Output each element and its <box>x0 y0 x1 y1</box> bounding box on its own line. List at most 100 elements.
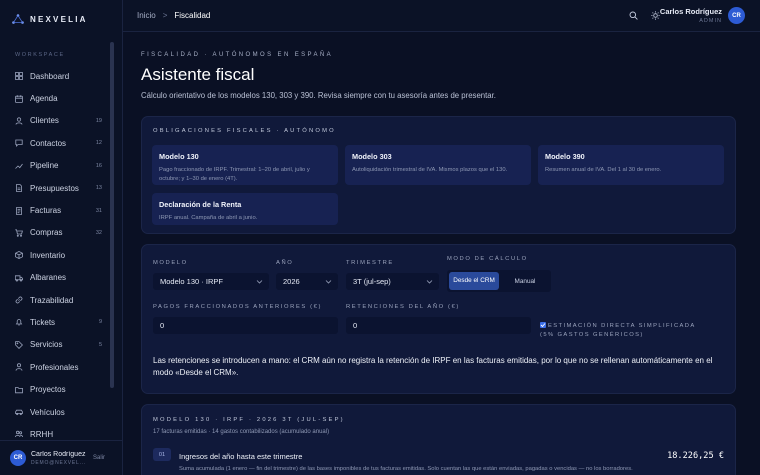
modo-manual-button[interactable]: Manual <box>501 272 549 290</box>
search-button[interactable] <box>626 8 641 23</box>
car-icon <box>14 408 23 417</box>
obligations-card: OBLIGACIONES FISCALES · AUTÓNOMO Modelo … <box>141 116 736 234</box>
sidebar-item-albaranes[interactable]: Albaranes <box>0 267 110 289</box>
obligation-tile: Declaración de la Renta IRPF anual. Camp… <box>152 193 338 225</box>
sidebar-item-label: Agenda <box>30 94 58 104</box>
sidebar-item-compras[interactable]: Compras 32 <box>0 222 110 244</box>
obligation-desc: Autoliquidación trimestral de IVA. Mismo… <box>352 167 508 173</box>
sidebar-item-facturas[interactable]: Facturas 31 <box>0 199 110 221</box>
sidebar-item-inventario[interactable]: Inventario <box>0 244 110 266</box>
calculator-form-card: MODELO Modelo 130 · IRPF AÑO 2026 TRIMES… <box>141 244 736 394</box>
sidebar-item-contactos[interactable]: Contactos 12 <box>0 132 110 154</box>
person-icon <box>14 363 23 372</box>
anio-select[interactable]: 2026 <box>276 273 338 290</box>
sidebar-item-badge: 31 <box>95 207 102 214</box>
chevron-down-icon <box>325 280 332 284</box>
estimacion-checkbox[interactable] <box>540 322 546 328</box>
grid-icon <box>14 72 23 81</box>
chat-icon <box>14 139 23 148</box>
row-number-badge: 01 <box>153 448 171 461</box>
modelo-label: MODELO <box>153 260 188 266</box>
sidebar-item-vehiculos[interactable]: Vehículos <box>0 401 110 423</box>
topbar: Inicio > Fiscalidad Carlos Rodríguez ADM… <box>123 0 760 32</box>
summary-title: MODELO 130 · IRPF · 2026 3T (JUL-SEP) <box>153 417 345 423</box>
obligation-title: Modelo 303 <box>352 152 392 161</box>
sidebar-item-servicios[interactable]: Servicios 5 <box>0 334 110 356</box>
sidebar-item-clientes[interactable]: Clientes 19 <box>0 110 110 132</box>
obligations-title: OBLIGACIONES FISCALES · AUTÓNOMO <box>153 128 336 134</box>
brand-name: NEXVELIA <box>30 14 88 24</box>
summary-card: MODELO 130 · IRPF · 2026 3T (JUL-SEP) 17… <box>141 404 736 475</box>
bell-icon <box>14 318 23 327</box>
sun-icon <box>651 11 660 20</box>
sidebar-item-tickets[interactable]: Tickets 9 <box>0 311 110 333</box>
folder-icon <box>14 385 23 394</box>
sidebar-user: CR Carlos Rodríguez DEMO@NEXVEL... Salir <box>0 440 123 475</box>
sidebar: NEXVELIA WORKSPACE Dashboard Agenda Clie… <box>0 0 123 475</box>
page-title: Asistente fiscal <box>141 65 255 84</box>
modo-crm-button[interactable]: Desde el CRM <box>449 272 499 290</box>
document-icon <box>14 184 23 193</box>
obligation-title: Modelo 130 <box>159 152 199 161</box>
sidebar-item-label: Profesionales <box>30 362 79 372</box>
topbar-user-role: ADMIN <box>699 18 722 24</box>
cart-icon <box>14 228 23 237</box>
sidebar-item-badge: 13 <box>95 185 102 192</box>
breadcrumb: Inicio > Fiscalidad <box>137 11 210 20</box>
trimestre-select[interactable]: 3T (jul-sep) <box>346 273 439 290</box>
sidebar-item-label: Presupuestos <box>30 183 79 193</box>
sidebar-item-label: Inventario <box>30 250 66 260</box>
sidebar-user-email: DEMO@NEXVEL... <box>31 459 87 466</box>
sidebar-item-badge: 19 <box>95 117 102 124</box>
chevron-down-icon <box>426 280 433 284</box>
sidebar-item-dashboard[interactable]: Dashboard <box>0 65 110 87</box>
sidebar-item-label: Servicios <box>30 340 63 350</box>
topbar-user-name: Carlos Rodríguez <box>659 7 722 16</box>
brand-logo[interactable]: NEXVELIA <box>12 14 88 24</box>
anio-label: AÑO <box>276 260 294 266</box>
pagos-input[interactable]: 0 <box>153 317 338 334</box>
obligation-tile: Modelo 303 Autoliquidación trimestral de… <box>345 145 531 185</box>
box-icon <box>14 251 23 260</box>
modelo-select-value: Modelo 130 · IRPF <box>160 277 223 286</box>
avatar[interactable]: CR <box>728 7 745 24</box>
sidebar-item-trazabilidad[interactable]: Trazabilidad <box>0 289 110 311</box>
breadcrumb-current: Fiscalidad <box>174 11 211 20</box>
calendar-icon <box>14 94 23 103</box>
search-icon <box>629 11 638 20</box>
chevron-right-icon: > <box>162 11 168 20</box>
sidebar-item-label: RRHH <box>30 429 54 439</box>
chart-icon <box>14 161 23 170</box>
avatar[interactable]: CR <box>10 450 26 466</box>
retenciones-input[interactable]: 0 <box>346 317 531 334</box>
anio-select-value: 2026 <box>283 277 300 286</box>
obligation-title: Modelo 390 <box>545 152 585 161</box>
sidebar-item-badge: 5 <box>98 341 102 348</box>
sidebar-item-badge: 12 <box>95 140 102 147</box>
logout-link[interactable]: Salir <box>93 455 105 461</box>
page-description: Cálculo orientativo de los modelos 130, … <box>141 91 496 100</box>
sidebar-item-label: Contactos <box>30 138 67 148</box>
row-title: Ingresos del año hasta este trimestre <box>179 452 303 461</box>
sidebar-item-pipeline[interactable]: Pipeline 16 <box>0 155 110 177</box>
sidebar-item-label: Compras <box>30 228 63 238</box>
sidebar-item-label: Facturas <box>30 206 62 216</box>
modelo-select[interactable]: Modelo 130 · IRPF <box>153 273 269 290</box>
trimestre-select-value: 3T (jul-sep) <box>353 277 391 286</box>
obligation-desc: IRPF anual. Campaña de abril a junio. <box>159 215 258 221</box>
estimacion-label: ESTIMACIÓN DIRECTA SIMPLIFICADA (5% GAST… <box>540 323 696 338</box>
sidebar-item-proyectos[interactable]: Proyectos <box>0 378 110 400</box>
sidebar-item-agenda[interactable]: Agenda <box>0 87 110 109</box>
pagos-label: PAGOS FRACCIONADOS ANTERIORES (€) <box>153 304 322 310</box>
invoice-icon <box>14 206 23 215</box>
sidebar-item-profesionales[interactable]: Profesionales <box>0 356 110 378</box>
people-icon <box>14 430 23 439</box>
sidebar-item-presupuestos[interactable]: Presupuestos 13 <box>0 177 110 199</box>
main-content: FISCALIDAD · AUTÓNOMOS EN ESPAÑA Asisten… <box>123 33 760 475</box>
sidebar-scrollbar[interactable] <box>110 42 114 388</box>
obligation-title: Declaración de la Renta <box>159 200 242 209</box>
breadcrumb-home[interactable]: Inicio <box>137 11 156 20</box>
topbar-user[interactable]: Carlos Rodríguez ADMIN <box>660 7 722 24</box>
row-amount: 18.226,25 € <box>667 451 724 461</box>
sidebar-item-label: Clientes <box>30 116 59 126</box>
